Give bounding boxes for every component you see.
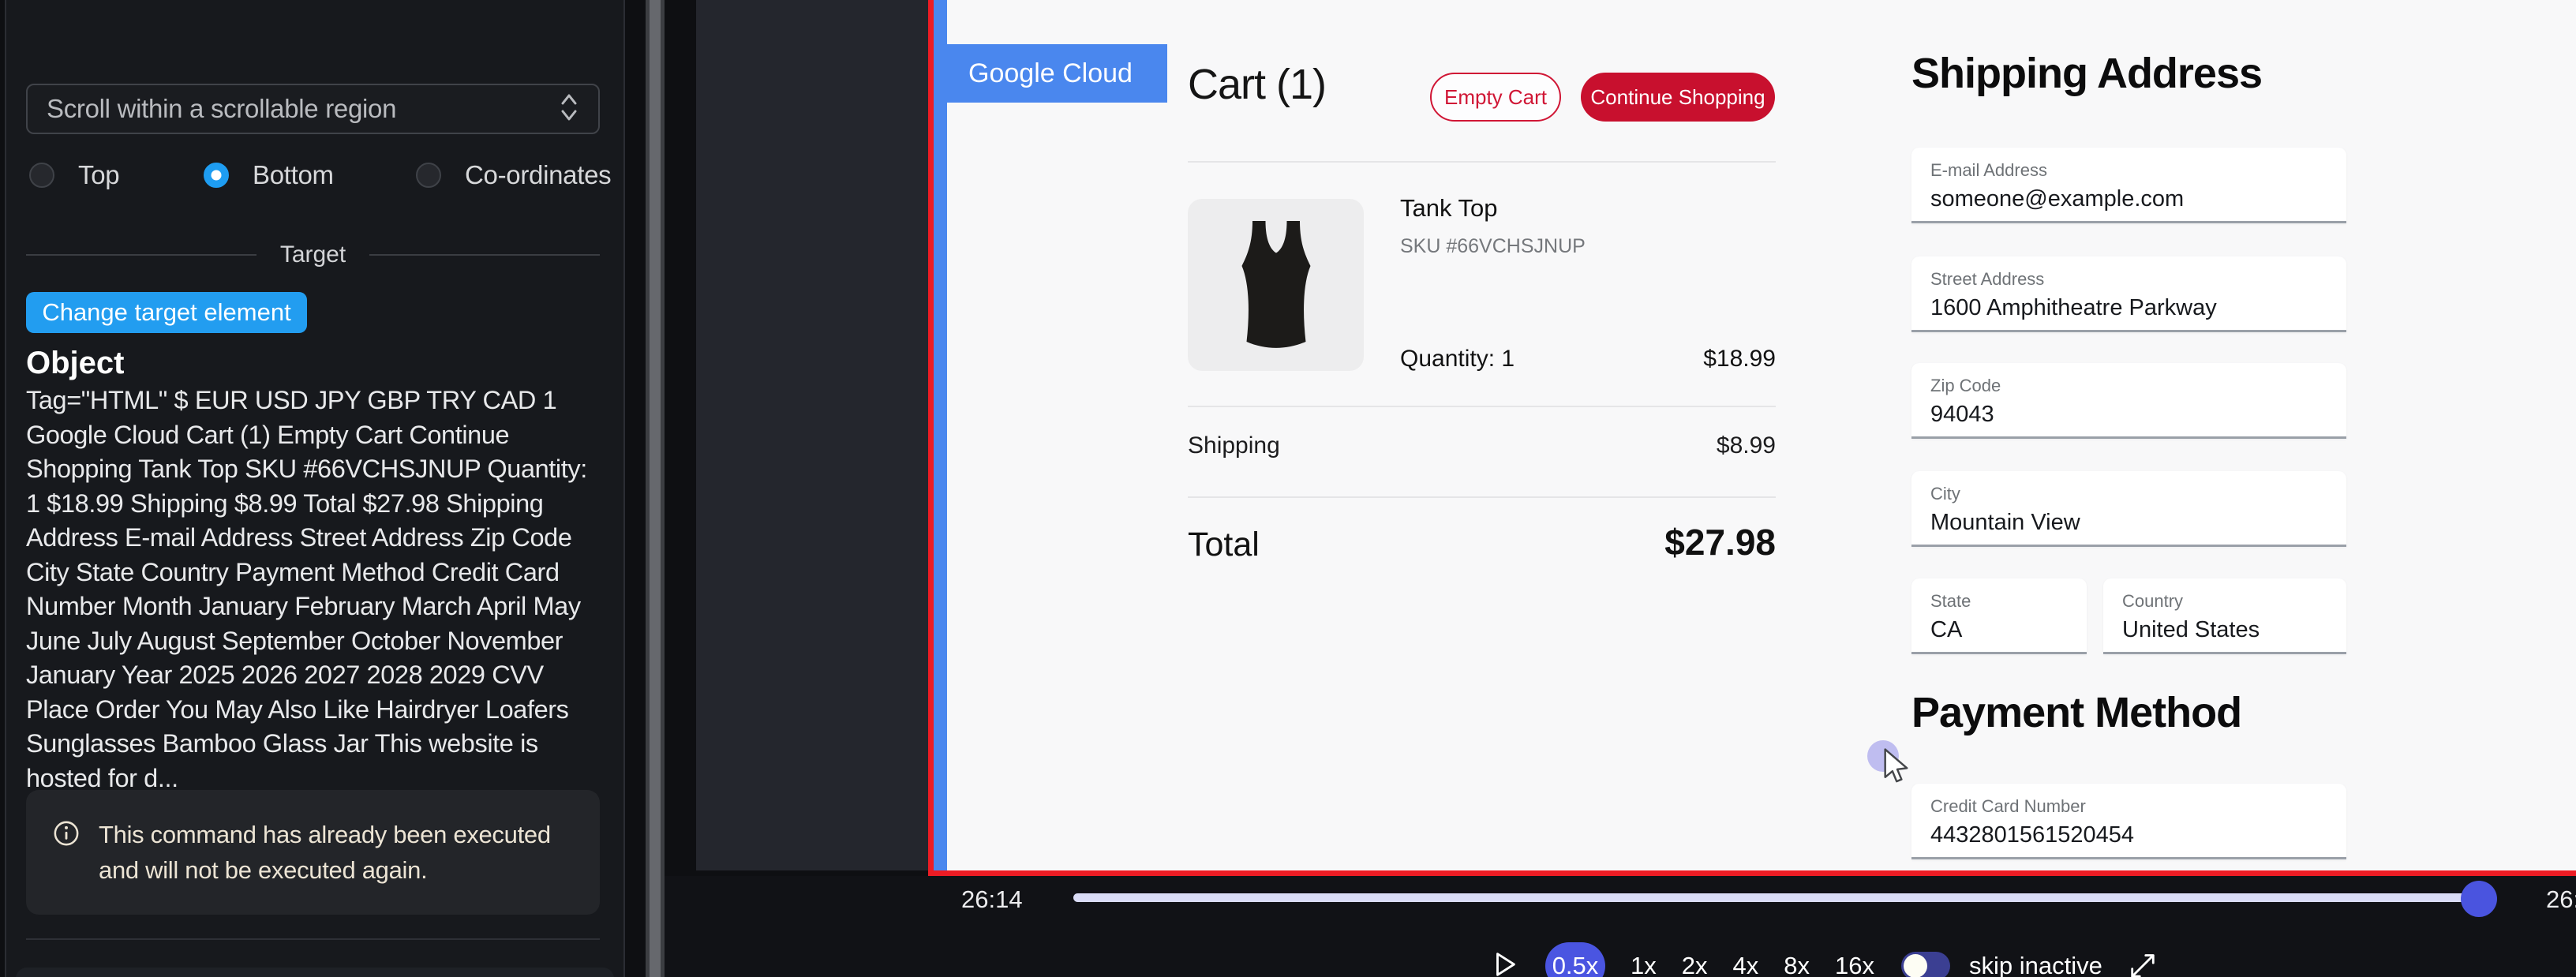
target-section-divider: Target [26, 241, 600, 268]
divider-line [26, 254, 256, 256]
cart-title: Cart (1) [1188, 60, 1326, 109]
radio-coordinates[interactable]: Co-ordinates [416, 160, 611, 190]
zip-field[interactable]: Zip Code 94043 [1911, 363, 2346, 439]
speed-16x[interactable]: 16x [1835, 952, 1874, 977]
toggle-knob [1904, 954, 1927, 977]
shipping-label: Shipping [1188, 432, 1280, 459]
skip-inactive-toggle[interactable] [1901, 952, 1950, 977]
shipping-value: $8.99 [1618, 432, 1776, 459]
state-field[interactable]: State CA [1911, 578, 2087, 654]
chevron-updown-icon [559, 91, 579, 128]
mouse-cursor-icon [1881, 748, 1913, 788]
cart-divider [1188, 406, 1776, 407]
product-quantity: Quantity: 1 [1400, 346, 1515, 372]
player-bar: 26:14 26:1 0.5x 1x 2x 4x 8x 16x skip ina… [665, 876, 2576, 977]
action-select[interactable]: Scroll within a scrollable region [26, 84, 600, 134]
target-section-label: Target [280, 241, 346, 268]
total-time: 26:1 [2546, 885, 2576, 914]
product-name: Tank Top [1400, 194, 1498, 223]
expand-icon[interactable] [2128, 949, 2158, 977]
info-banner: This command has already been executed a… [26, 790, 600, 915]
info-message: This command has already been executed a… [99, 817, 573, 888]
element-highlight-left-border [928, 0, 934, 876]
state-value[interactable]: CA [1930, 617, 2087, 643]
total-label: Total [1188, 526, 1260, 564]
product-sku: SKU #66VCHSJNUP [1400, 235, 1586, 258]
tank-top-image [1217, 214, 1335, 356]
zip-value[interactable]: 94043 [1930, 402, 2346, 428]
continue-shopping-button[interactable]: Continue Shopping [1581, 73, 1775, 122]
radio-coordinates-circle[interactable] [416, 163, 441, 188]
speed-4x[interactable]: 4x [1733, 952, 1759, 977]
speed-8x[interactable]: 8x [1784, 952, 1810, 977]
seek-handle[interactable] [2461, 881, 2497, 917]
radio-bottom-label: Bottom [253, 160, 334, 190]
browser-viewport: Cart (1) Empty Cart Continue Shopping Ta… [947, 0, 2576, 870]
country-value[interactable]: United States [2122, 617, 2346, 643]
payment-method-heading: Payment Method [1911, 688, 2241, 737]
object-heading: Object [26, 346, 124, 381]
radio-bottom-circle[interactable] [204, 163, 229, 188]
product-price: $18.99 [1618, 346, 1776, 372]
street-value[interactable]: 1600 Amphitheatre Parkway [1930, 295, 2346, 321]
credit-card-value[interactable]: 4432801561520454 [1930, 822, 2346, 848]
skip-inactive-label: skip inactive [1969, 952, 2102, 977]
city-field[interactable]: City Mountain View [1911, 471, 2346, 547]
brand-logo[interactable]: Google Cloud [934, 44, 1167, 103]
element-highlight-bottom-border [928, 870, 2576, 876]
cart-divider [1188, 161, 1776, 163]
street-field[interactable]: Street Address 1600 Amphitheatre Parkway [1911, 256, 2346, 332]
radio-top-circle[interactable] [29, 163, 54, 188]
city-value[interactable]: Mountain View [1930, 510, 2346, 536]
shipping-address-heading: Shipping Address [1911, 49, 2262, 98]
product-image [1188, 199, 1364, 371]
email-value[interactable]: someone@example.com [1930, 186, 2346, 212]
control-panel: Scroll within a scrollable region Top Bo… [5, 0, 625, 977]
object-description: Tag="HTML" $ EUR USD JPY GBP TRY CAD 1 G… [26, 384, 604, 795]
player-letterbox [696, 0, 928, 870]
radio-coordinates-label: Co-ordinates [465, 160, 611, 190]
email-label: E-mail Address [1930, 160, 2346, 181]
sidebar-divider [26, 938, 600, 940]
radio-bottom[interactable]: Bottom [204, 160, 334, 190]
divider-line [369, 254, 600, 256]
page-blue-bar [934, 0, 947, 870]
info-icon [53, 820, 80, 851]
zip-label: Zip Code [1930, 376, 2346, 396]
country-label: Country [2122, 591, 2346, 612]
change-target-button[interactable]: Change target element [26, 292, 307, 333]
speed-2x[interactable]: 2x [1682, 952, 1708, 977]
current-time: 26:14 [961, 885, 1023, 914]
action-select-value: Scroll within a scrollable region [47, 94, 559, 124]
seek-bar[interactable] [1073, 893, 2480, 902]
credit-card-field[interactable]: Credit Card Number 4432801561520454 [1911, 784, 2346, 859]
credit-card-label: Credit Card Number [1930, 796, 2346, 817]
speed-0.5x-active[interactable]: 0.5x [1545, 942, 1605, 977]
empty-cart-button[interactable]: Empty Cart [1430, 73, 1561, 122]
playback-controls: 0.5x 1x 2x 4x 8x 16x skip inactive [1490, 942, 2158, 977]
sidebar-next-section [16, 968, 614, 977]
email-field[interactable]: E-mail Address someone@example.com [1911, 148, 2346, 223]
radio-top-label: Top [78, 160, 119, 190]
play-icon[interactable] [1490, 949, 1520, 977]
radio-top[interactable]: Top [29, 160, 119, 190]
city-label: City [1930, 484, 2346, 504]
state-label: State [1930, 591, 2087, 612]
total-value: $27.98 [1539, 521, 1776, 563]
street-label: Street Address [1930, 269, 2346, 290]
country-field[interactable]: Country United States [2103, 578, 2346, 654]
cart-divider [1188, 496, 1776, 498]
sidebar-scrollbar[interactable] [646, 0, 665, 977]
speed-1x[interactable]: 1x [1631, 952, 1657, 977]
